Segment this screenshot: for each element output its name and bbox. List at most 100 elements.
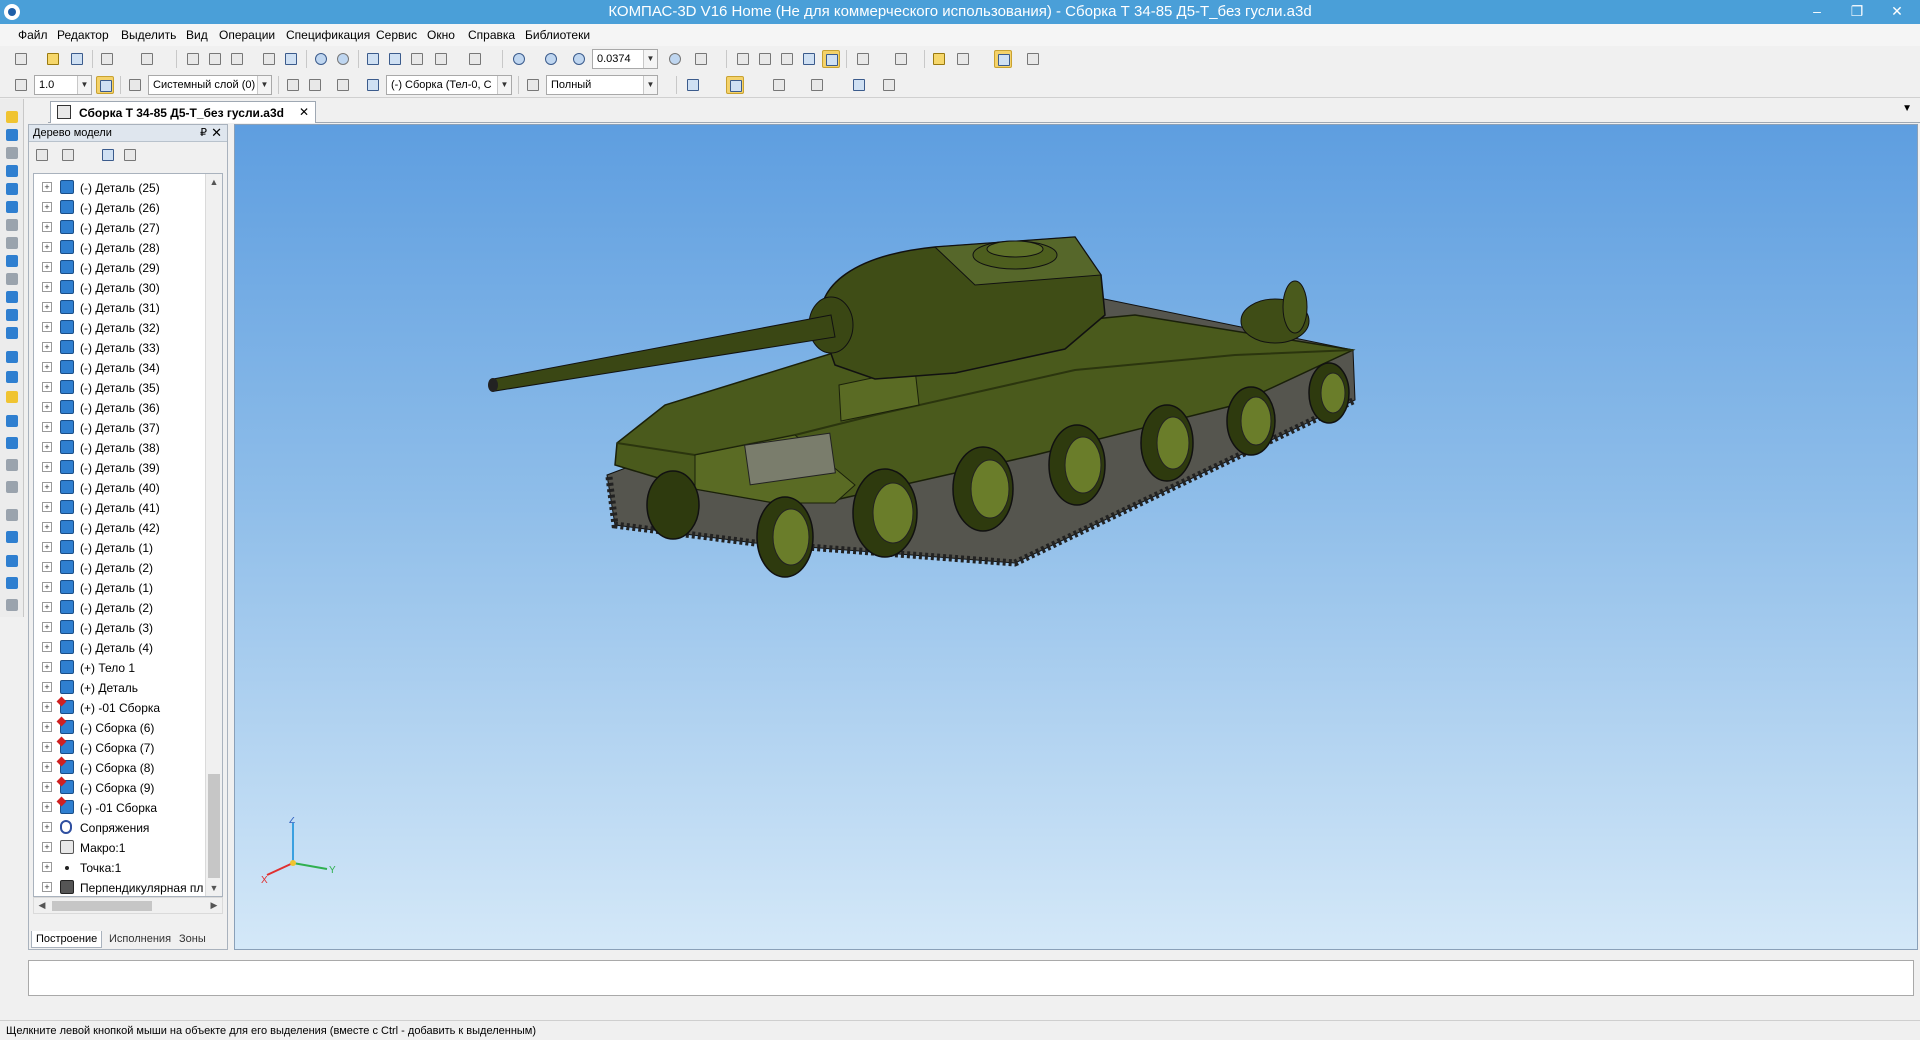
step-input[interactable]: 1.0 ▼ <box>34 75 92 95</box>
text-style-icon[interactable] <box>880 76 898 94</box>
tab-zones[interactable]: Зоны <box>175 931 210 948</box>
copy-icon[interactable] <box>206 50 224 68</box>
perspective-icon[interactable] <box>726 76 744 94</box>
zoom-window-icon[interactable] <box>510 50 528 68</box>
tree-item[interactable]: + Точка:1 <box>34 858 204 878</box>
command-line-panel[interactable] <box>28 960 1914 996</box>
filter-objects-icon[interactable] <box>854 50 872 68</box>
new-document-icon[interactable] <box>12 50 30 68</box>
expand-icon[interactable]: + <box>42 362 52 372</box>
tree-item[interactable]: + Перпендикулярная пл <box>34 878 204 896</box>
format-brush-icon[interactable] <box>260 50 278 68</box>
expand-icon[interactable]: + <box>42 642 52 652</box>
tree-item[interactable]: + (-) Сборка (8) <box>34 758 204 778</box>
expand-icon[interactable]: + <box>42 482 52 492</box>
print-icon[interactable] <box>98 50 116 68</box>
component-icon[interactable] <box>364 76 382 94</box>
shaded-icon[interactable] <box>800 50 818 68</box>
properties-panel-icon[interactable] <box>4 553 20 569</box>
scroll-up-icon[interactable]: ▲ <box>206 174 222 190</box>
tree-item[interactable]: + (-) Деталь (34) <box>34 358 204 378</box>
redo-icon[interactable] <box>334 50 352 68</box>
tree-item[interactable]: + (-) Деталь (31) <box>34 298 204 318</box>
chevron-down-icon[interactable]: ▼ <box>257 76 271 94</box>
mates-icon[interactable] <box>4 217 20 233</box>
expand-icon[interactable]: + <box>42 582 52 592</box>
tank-model[interactable] <box>235 125 1919 951</box>
zoom-icon[interactable] <box>570 50 588 68</box>
close-tab-icon[interactable]: ✕ <box>299 105 309 119</box>
tree-item[interactable]: + (+) Деталь <box>34 678 204 698</box>
expand-icon[interactable]: + <box>42 462 52 472</box>
tree-split-icon[interactable] <box>121 146 139 164</box>
thin-hidden-lines-icon[interactable] <box>778 50 796 68</box>
report-icon[interactable] <box>4 289 20 305</box>
layer-select[interactable]: Системный слой (0) ▼ <box>148 75 272 95</box>
tree-item[interactable]: + (-) Деталь (1) <box>34 538 204 558</box>
diagnostics-icon[interactable] <box>4 307 20 323</box>
expand-icon[interactable]: + <box>42 182 52 192</box>
menu-libraries[interactable]: Библиотеки <box>525 28 590 42</box>
menu-select[interactable]: Выделить <box>121 28 176 42</box>
hidden-lines-icon[interactable] <box>756 50 774 68</box>
expand-icon[interactable]: + <box>42 322 52 332</box>
expand-icon[interactable]: + <box>42 702 52 712</box>
tree-item[interactable]: + (-) Деталь (33) <box>34 338 204 358</box>
edit-assembly-icon[interactable] <box>4 109 20 125</box>
tree-item[interactable]: + (-) Деталь (2) <box>34 598 204 618</box>
tab-document[interactable]: Сборка Т 34-85 Д5-Т_без гусли.a3d ✕ <box>50 101 316 123</box>
paste-icon[interactable] <box>228 50 246 68</box>
object-color-icon[interactable] <box>684 76 702 94</box>
zoom-scale-input[interactable]: 0.0374 ▼ <box>592 49 658 69</box>
tree-item[interactable]: + (-) Деталь (41) <box>34 498 204 518</box>
expand-icon[interactable]: + <box>42 402 52 412</box>
minimize-button[interactable]: ‒ <box>1800 0 1834 22</box>
help-pointer-icon[interactable] <box>466 50 484 68</box>
tree-hscroll-thumb[interactable] <box>52 901 152 911</box>
expand-icon[interactable]: + <box>42 742 52 752</box>
filter-icon[interactable] <box>4 253 20 269</box>
wireframe-icon[interactable] <box>734 50 752 68</box>
tree-item[interactable]: + Макро:1 <box>34 838 204 858</box>
close-button[interactable]: ✕ <box>1880 0 1914 22</box>
close-panel-icon[interactable]: ✕ <box>211 125 222 141</box>
tree-vertical-scrollbar[interactable]: ▲ ▼ <box>205 174 222 896</box>
tree-item[interactable]: + Сопряжения <box>34 818 204 838</box>
chevron-down-icon[interactable]: ▼ <box>77 76 91 94</box>
specification-icon[interactable] <box>4 271 20 287</box>
normal-to-icon[interactable] <box>334 76 352 94</box>
lock-icon[interactable] <box>4 529 20 545</box>
snap-icon[interactable] <box>892 50 910 68</box>
expand-icon[interactable]: + <box>42 522 52 532</box>
tree-item[interactable]: + (+) Тело 1 <box>34 658 204 678</box>
zoom-all-icon[interactable] <box>542 50 560 68</box>
animation-icon[interactable] <box>850 76 868 94</box>
expand-icon[interactable]: + <box>42 762 52 772</box>
round-off-icon[interactable] <box>96 76 114 94</box>
lcs-icon[interactable] <box>284 76 302 94</box>
open-folder-icon[interactable] <box>44 50 62 68</box>
tree-item[interactable]: + (-) Деталь (36) <box>34 398 204 418</box>
expand-icon[interactable]: + <box>42 862 52 872</box>
expand-icon[interactable]: + <box>42 202 52 212</box>
menu-window[interactable]: Окно <box>427 28 455 42</box>
tree-item[interactable]: + (-) Сборка (6) <box>34 718 204 738</box>
tree-item[interactable]: + (-) Деталь (39) <box>34 458 204 478</box>
menu-service[interactable]: Сервис <box>376 28 417 42</box>
expand-icon[interactable]: + <box>42 722 52 732</box>
expand-icon[interactable]: + <box>42 262 52 272</box>
tree-item[interactable]: + (-) Деталь (4) <box>34 638 204 658</box>
menu-specification[interactable]: Спецификация <box>286 28 370 42</box>
tree-item[interactable]: + (-) Деталь (28) <box>34 238 204 258</box>
cut-icon[interactable] <box>184 50 202 68</box>
tree-item[interactable]: + (-) Деталь (26) <box>34 198 204 218</box>
chevron-down-icon[interactable]: ▼ <box>643 76 657 94</box>
expand-icon[interactable]: + <box>42 682 52 692</box>
attributes-icon[interactable] <box>4 575 20 591</box>
search-icon[interactable] <box>4 507 20 523</box>
move-component-icon[interactable] <box>4 389 20 405</box>
mirror-icon[interactable] <box>4 457 20 473</box>
expand-icon[interactable]: + <box>42 622 52 632</box>
tree-document-icon[interactable] <box>99 146 117 164</box>
tree-item[interactable]: + (-) -01 Сборка <box>34 798 204 818</box>
